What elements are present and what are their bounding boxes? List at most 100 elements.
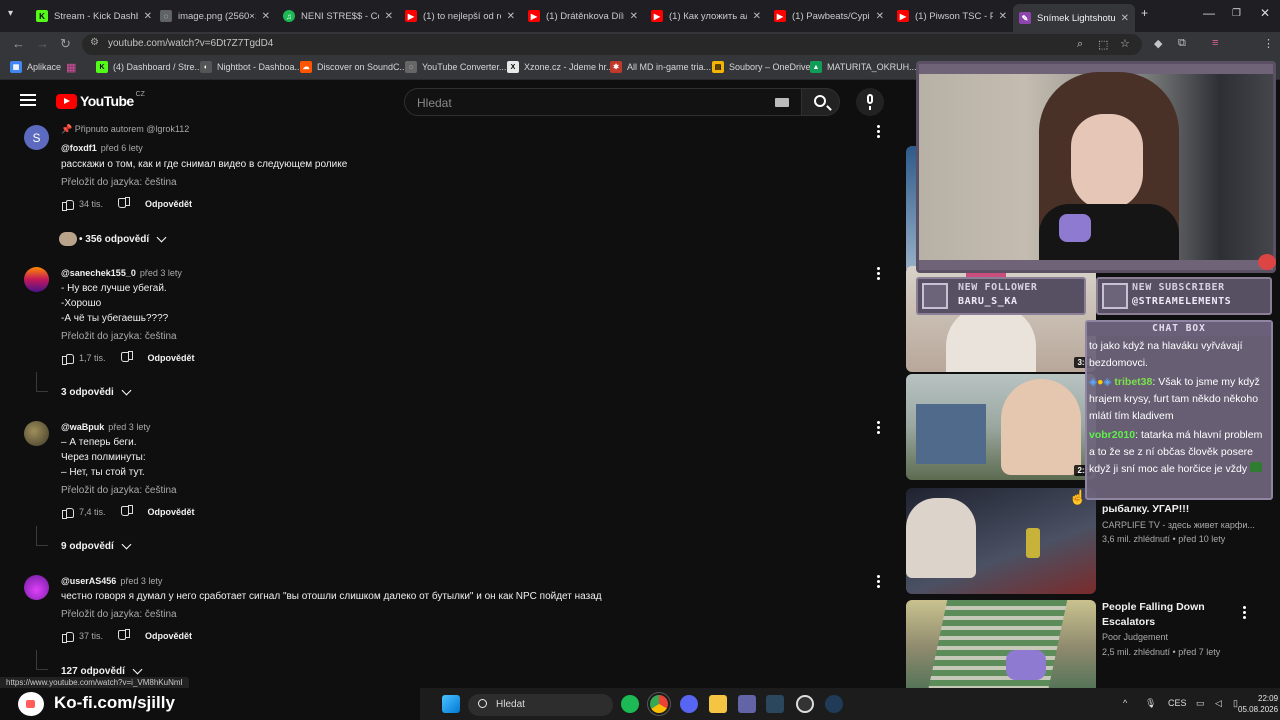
avatar[interactable] — [24, 267, 49, 292]
like-icon[interactable] — [61, 198, 74, 211]
video-channel[interactable]: Poor Judgement — [1102, 632, 1168, 642]
browser-tab[interactable]: ◌ image.png (2560×14 ✕ — [154, 5, 276, 27]
avatar[interactable]: S — [24, 125, 49, 150]
replies-toggle[interactable]: 9 odpovědí — [61, 539, 132, 552]
dislike-icon[interactable] — [122, 506, 134, 518]
taskbar-search[interactable]: Hledat — [468, 694, 613, 716]
bookmark-star-icon[interactable]: ☆ — [1120, 37, 1130, 50]
volume-icon[interactable]: ◁ — [1215, 698, 1222, 709]
discord-icon[interactable] — [680, 695, 698, 713]
reload-icon[interactable]: ↻ — [60, 36, 71, 52]
author-name[interactable]: @waBpuk — [61, 422, 104, 432]
reply-button[interactable]: Odpovědět — [145, 631, 192, 641]
comment-author[interactable]: @waBpuk před 3 lety — [61, 422, 150, 432]
maximize-icon[interactable]: ❐ — [1232, 8, 1241, 19]
keyboard-icon[interactable] — [775, 98, 789, 107]
comment-time[interactable]: před 3 lety — [140, 268, 182, 278]
grid-icon[interactable]: ▦ — [66, 61, 76, 74]
close-icon[interactable]: ✕ — [1121, 13, 1129, 24]
translate-link[interactable]: Přeložit do jazyka: čeština — [61, 177, 177, 188]
browser-tab[interactable]: ▶ (1) Pawbeats/Cypis ✕ — [768, 5, 890, 27]
close-icon[interactable]: ✕ — [507, 11, 515, 22]
bookmark-item[interactable]: ✱ All MD in-game tria... — [610, 61, 711, 73]
zoom-icon[interactable]: ⌕ — [1077, 38, 1083, 51]
video-title[interactable]: People Falling Down Escalators — [1102, 600, 1205, 630]
bookmark-item[interactable]: X Xzone.cz - Jdeme hr... — [507, 61, 614, 73]
tray-chevron-up-icon[interactable]: ^ — [1123, 698, 1127, 708]
close-icon[interactable]: ✕ — [876, 11, 884, 22]
video-thumbnail[interactable] — [906, 600, 1096, 688]
like-icon[interactable] — [61, 352, 74, 365]
teams-icon[interactable] — [738, 695, 756, 713]
menu-kebab-icon[interactable]: ⋮ — [1263, 37, 1274, 50]
like-icon[interactable] — [61, 506, 74, 519]
close-icon[interactable]: ✕ — [385, 11, 393, 22]
close-icon[interactable]: ✕ — [144, 11, 152, 22]
windows-start-icon[interactable] — [442, 695, 460, 713]
video-channel[interactable]: CARPLIFE TV - здесь живет карфи... — [1102, 520, 1255, 530]
reply-button[interactable]: Odpovědět — [148, 507, 195, 517]
video-thumbnail[interactable]: 2:2 — [906, 374, 1096, 480]
browser-tab[interactable]: ♫ NENI STRE$$ - Cover ✕ — [277, 5, 399, 27]
new-tab-button[interactable]: + — [1141, 6, 1148, 20]
dislike-icon[interactable] — [122, 352, 134, 364]
comment-author[interactable]: @foxdf1 před 6 lety — [61, 143, 143, 153]
bookmark-item[interactable]: ▲ MATURITA_OKRUH... — [810, 61, 917, 73]
dislike-icon[interactable] — [119, 630, 131, 642]
translate-link[interactable]: Přeložit do jazyka: čeština — [61, 485, 177, 496]
browser-tab[interactable]: ▶ (1) Drátěnkova Dílna ✕ — [522, 5, 644, 27]
reply-button[interactable]: Odpovědět — [145, 199, 192, 209]
like-icon[interactable] — [61, 630, 74, 643]
ccleaner-icon[interactable] — [825, 695, 843, 713]
search-input[interactable]: Hledat — [404, 88, 802, 116]
replies-toggle[interactable]: • 356 odpovědí — [59, 232, 167, 246]
network-icon[interactable]: ▭ — [1196, 698, 1205, 709]
bookmark-item[interactable]: ◐ Nightbot - Dashboa... — [200, 61, 302, 73]
comment-time[interactable]: před 3 lety — [108, 422, 150, 432]
browser-tab[interactable]: ▶ (1) Piwson TSC - Piwi ✕ — [891, 5, 1013, 27]
tab-search-icon[interactable]: ▾ — [8, 8, 13, 19]
translate-link[interactable]: Přeložit do jazyka: čeština — [61, 609, 177, 620]
close-icon[interactable]: ✕ — [262, 11, 270, 22]
reply-button[interactable]: Odpovědět — [148, 353, 195, 363]
search-button[interactable] — [802, 88, 840, 116]
author-name[interactable]: @userAS456 — [61, 576, 116, 586]
steam-icon[interactable] — [766, 695, 784, 713]
dislike-icon[interactable] — [119, 198, 131, 210]
video-menu-icon[interactable] — [1243, 606, 1247, 621]
extensions-puzzle-icon[interactable]: ⧉ — [1178, 37, 1186, 50]
close-window-icon[interactable]: ✕ — [1260, 6, 1270, 20]
comment-author[interactable]: @sanechek155_0 před 3 lety — [61, 268, 182, 278]
author-name[interactable]: @sanechek155_0 — [61, 268, 136, 278]
comment-menu-icon[interactable] — [877, 575, 881, 590]
browser-tab-active[interactable]: ✎ Snímek Lightshotu ✕ — [1013, 4, 1135, 32]
extension-icon[interactable]: ◆ — [1154, 37, 1162, 50]
youtube-logo[interactable]: YouTube CZ — [56, 91, 145, 109]
translate-link[interactable]: Přeložit do jazyka: čeština — [61, 331, 177, 342]
voice-search-button[interactable] — [856, 88, 884, 116]
browser-tab[interactable]: K Stream - Kick Dashbo ✕ — [30, 5, 158, 27]
comment-menu-icon[interactable] — [877, 267, 881, 282]
comment-time[interactable]: před 3 lety — [120, 576, 162, 586]
browser-tab[interactable]: ▶ (1) Как уложить алк ✕ — [645, 5, 767, 27]
replies-toggle[interactable]: 127 odpovědí — [61, 664, 143, 677]
language-indicator[interactable]: CES — [1168, 698, 1187, 708]
taskbar-clock[interactable]: 22:09 05.08.2026 — [1238, 693, 1278, 715]
comment-author[interactable]: @userAS456 před 3 lety — [61, 576, 162, 586]
bookmark-item[interactable]: K (4) Dashboard / Stre... — [96, 61, 202, 73]
back-icon[interactable]: ← — [12, 36, 25, 51]
chrome-icon[interactable] — [647, 692, 671, 716]
replies-toggle[interactable]: 3 odpovědi — [61, 385, 132, 398]
close-icon[interactable]: ✕ — [753, 11, 761, 22]
microphone-icon[interactable]: 🎙 — [1145, 698, 1156, 709]
comment-menu-icon[interactable] — [877, 421, 881, 436]
comment-menu-icon[interactable] — [877, 125, 881, 140]
bookmark-item[interactable]: ▤ Soubory – OneDrive — [712, 61, 811, 73]
close-icon[interactable]: ✕ — [630, 11, 638, 22]
file-explorer-icon[interactable] — [709, 695, 727, 713]
spotify-icon[interactable] — [621, 695, 639, 713]
avatar[interactable] — [24, 421, 49, 446]
install-icon[interactable]: ⬚ — [1098, 38, 1108, 51]
address-bar[interactable]: ⚙ youtube.com/watch?v=6Dt7Z7TgdD4 ⌕ ⬚ ☆ — [82, 34, 1142, 55]
minimize-icon[interactable]: — — [1203, 6, 1215, 20]
